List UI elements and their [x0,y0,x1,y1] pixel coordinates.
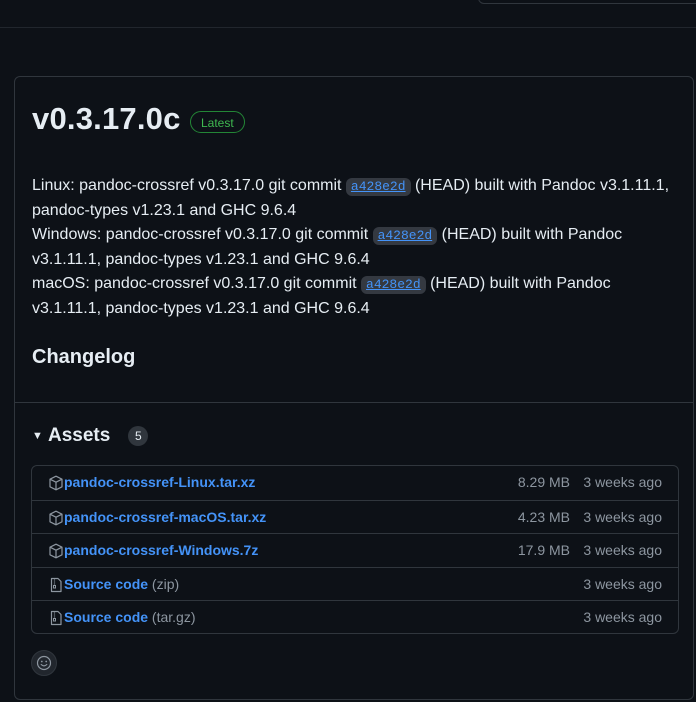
note-text: macOS: pandoc-crossref v0.3.17.0 git com… [32,275,362,292]
commit-link[interactable]: a428e2d [372,227,438,245]
assets-list: pandoc-crossref-Linux.tar.xz 8.29 MB 3 w… [31,465,679,634]
asset-link[interactable]: pandoc-crossref-macOS.tar.xz [64,509,266,525]
note-text: Windows: pandoc-crossref v0.3.17.0 git c… [32,226,373,243]
asset-date: 3 weeks ago [583,575,662,592]
release-note-windows: Windows: pandoc-crossref v0.3.17.0 git c… [32,223,682,272]
release-notes: Linux: pandoc-crossref v0.3.17.0 git com… [32,174,682,321]
asset-date: 3 weeks ago [583,508,662,525]
caret-down-icon: ▼ [32,430,43,442]
asset-link[interactable]: Source code (zip) [64,576,179,592]
asset-row: pandoc-crossref-Linux.tar.xz 8.29 MB 3 w… [32,466,678,500]
package-icon [49,543,63,559]
assets-toggle[interactable]: ▼ Assets 5 [32,425,149,447]
asset-date: 3 weeks ago [583,474,662,490]
smiley-icon [36,655,52,671]
release-note-linux: Linux: pandoc-crossref v0.3.17.0 git com… [32,174,682,223]
asset-name: pandoc-crossref-Windows.7z [64,542,259,559]
file-zip-icon [50,577,62,592]
assets-count-badge: 5 [128,426,149,446]
asset-name: Source code [64,575,149,592]
top-divider [0,27,696,28]
asset-name: pandoc-crossref-macOS.tar.xz [64,508,267,525]
asset-name: pandoc-crossref-Linux.tar.xz [64,474,256,490]
asset-row: Source code (tar.gz) 3 weeks ago [32,600,678,634]
asset-size: 8.29 MB [517,474,570,490]
asset-date: 3 weeks ago [583,542,662,559]
file-zip-icon [50,611,62,626]
package-icon [49,510,63,525]
asset-size: 17.9 MB [517,542,570,559]
asset-name-suffix: (zip) [151,575,180,592]
asset-size: 4.23 MB [517,508,570,525]
add-reaction-button[interactable] [31,650,57,676]
commit-link[interactable]: a428e2d [361,276,426,294]
asset-link[interactable]: pandoc-crossref-Windows.7z [64,542,258,558]
card-divider [15,402,693,403]
asset-row: Source code (zip) 3 weeks ago [32,566,678,601]
asset-row: pandoc-crossref-macOS.tar.xz 4.23 MB 3 w… [32,499,678,534]
asset-link[interactable]: Source code (tar.gz) [64,609,196,625]
release-card: v0.3.17.0c Latest Linux: pandoc-crossref… [14,76,694,700]
latest-badge: Latest [190,111,245,133]
note-text: Linux: pandoc-crossref v0.3.17.0 git com… [32,177,346,194]
asset-date: 3 weeks ago [583,609,662,626]
asset-link[interactable]: pandoc-crossref-Linux.tar.xz [64,474,255,490]
release-title[interactable]: v0.3.17.0c [32,101,181,137]
changelog-heading: Changelog [32,346,136,368]
asset-name: Source code [64,609,149,626]
release-note-macos: macOS: pandoc-crossref v0.3.17.0 git com… [32,272,682,321]
package-icon [49,475,63,491]
commit-link[interactable]: a428e2d [345,178,411,196]
asset-name-suffix: (tar.gz) [151,609,196,626]
asset-row: pandoc-crossref-Windows.7z 17.9 MB 3 wee… [32,533,678,567]
top-search-field[interactable] [478,0,696,4]
assets-title: Assets [48,425,111,446]
